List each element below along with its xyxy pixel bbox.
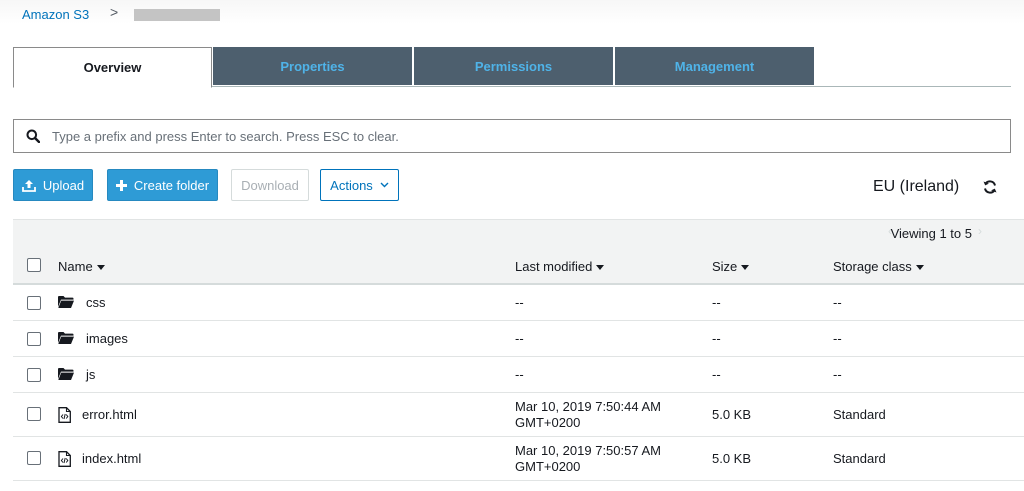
sort-caret-icon bbox=[96, 264, 105, 270]
row-last-modified: -- bbox=[515, 331, 524, 346]
column-header-modified-label: Last modified bbox=[515, 259, 593, 274]
row-storage-class: -- bbox=[833, 295, 842, 310]
create-folder-button[interactable]: Create folder bbox=[107, 169, 218, 201]
row-storage-class: Standard bbox=[833, 451, 886, 466]
row-name-link[interactable]: index.html bbox=[82, 451, 141, 467]
row-last-modified: Mar 10, 2019 7:50:44 AM GMT+0200 bbox=[515, 399, 661, 431]
row-size: -- bbox=[712, 295, 721, 310]
column-header-size-label: Size bbox=[712, 259, 738, 274]
column-header-size[interactable]: Size bbox=[712, 259, 750, 274]
viewing-range-label: Viewing 1 to 5 bbox=[890, 226, 972, 241]
row-storage-class: -- bbox=[833, 367, 842, 382]
html-file-icon bbox=[58, 407, 71, 428]
folder-icon bbox=[58, 367, 74, 385]
select-all-checkbox[interactable] bbox=[27, 258, 41, 272]
row-checkbox[interactable] bbox=[27, 407, 41, 421]
region-label: EU (Ireland) bbox=[873, 178, 960, 195]
sort-caret-icon bbox=[741, 264, 750, 270]
table-row[interactable]: error.html Mar 10, 2019 7:50:44 AM GMT+0… bbox=[13, 393, 1024, 437]
breadcrumb: Amazon S3 > bbox=[0, 0, 1024, 30]
table-header: Name Last modified Size Storage class bbox=[13, 247, 1024, 285]
row-size: -- bbox=[712, 331, 721, 346]
breadcrumb-amazon-s3-link[interactable]: Amazon S3 bbox=[22, 7, 89, 22]
sort-caret-icon bbox=[915, 264, 924, 270]
actions-button-label: Actions bbox=[330, 177, 373, 193]
row-last-modified: -- bbox=[515, 367, 524, 382]
sort-caret-icon bbox=[596, 264, 605, 270]
row-last-modified-date: Mar 10, 2019 7:50:44 AM bbox=[515, 399, 661, 414]
row-last-modified-timezone: GMT+0200 bbox=[515, 459, 581, 474]
plus-icon bbox=[115, 179, 127, 191]
row-size: 5.0 KB bbox=[712, 451, 752, 466]
table-row[interactable]: images -- -- -- bbox=[13, 321, 1024, 357]
tab-bar: Overview Properties Permissions Manageme… bbox=[13, 47, 1011, 88]
chevron-down-icon bbox=[380, 182, 389, 188]
row-name-link[interactable]: images bbox=[86, 331, 128, 347]
table-row[interactable]: css -- -- -- bbox=[13, 285, 1024, 321]
pagination-next-icon[interactable]: › bbox=[978, 224, 982, 238]
upload-button[interactable]: Upload bbox=[13, 169, 93, 201]
table-row[interactable]: js -- -- -- bbox=[13, 357, 1024, 393]
search-input[interactable] bbox=[52, 128, 952, 144]
upload-icon bbox=[21, 179, 36, 192]
tab-properties[interactable]: Properties bbox=[213, 47, 412, 85]
row-size: 5.0 KB bbox=[712, 407, 752, 422]
row-checkbox[interactable] bbox=[27, 332, 41, 346]
search-icon bbox=[14, 129, 52, 143]
folder-icon bbox=[58, 331, 74, 349]
row-storage-class: Standard bbox=[833, 407, 886, 422]
download-button[interactable]: Download bbox=[231, 169, 309, 201]
row-last-modified: Mar 10, 2019 7:50:57 AM GMT+0200 bbox=[515, 443, 661, 475]
breadcrumb-separator: > bbox=[110, 4, 119, 20]
row-storage-class: -- bbox=[833, 331, 842, 346]
html-file-icon bbox=[58, 451, 71, 472]
row-checkbox[interactable] bbox=[27, 368, 41, 382]
create-folder-button-label: Create folder bbox=[133, 177, 210, 193]
pagination-bar: ‹ Viewing 1 to 5 › bbox=[13, 219, 1024, 247]
row-checkbox[interactable] bbox=[27, 451, 41, 465]
column-header-name[interactable]: Name bbox=[58, 259, 105, 274]
upload-button-label: Upload bbox=[42, 177, 85, 193]
breadcrumb-bucket-name-redacted bbox=[134, 9, 220, 21]
actions-dropdown-button[interactable]: Actions bbox=[320, 169, 399, 201]
objects-table: Name Last modified Size Storage class cs… bbox=[13, 247, 1024, 481]
toolbar: Upload Create folder Download Actions EU… bbox=[13, 169, 1011, 202]
row-name-link[interactable]: css bbox=[86, 295, 106, 311]
tab-overview[interactable]: Overview bbox=[13, 47, 212, 88]
folder-icon bbox=[58, 295, 74, 313]
row-last-modified: -- bbox=[515, 295, 524, 310]
row-name-link[interactable]: js bbox=[86, 367, 95, 383]
column-header-storage-class[interactable]: Storage class bbox=[833, 259, 924, 274]
tab-management[interactable]: Management bbox=[615, 47, 814, 85]
table-row[interactable]: index.html Mar 10, 2019 7:50:57 AM GMT+0… bbox=[13, 437, 1024, 481]
column-header-last-modified[interactable]: Last modified bbox=[515, 259, 605, 274]
refresh-icon[interactable] bbox=[982, 179, 998, 195]
column-header-name-label: Name bbox=[58, 259, 93, 274]
column-header-class-label: Storage class bbox=[833, 259, 912, 274]
row-checkbox[interactable] bbox=[27, 296, 41, 310]
search-box bbox=[13, 119, 1011, 153]
row-last-modified-timezone: GMT+0200 bbox=[515, 415, 581, 430]
row-size: -- bbox=[712, 367, 721, 382]
tab-permissions[interactable]: Permissions bbox=[414, 47, 613, 85]
row-name-link[interactable]: error.html bbox=[82, 407, 137, 423]
row-last-modified-date: Mar 10, 2019 7:50:57 AM bbox=[515, 443, 661, 458]
